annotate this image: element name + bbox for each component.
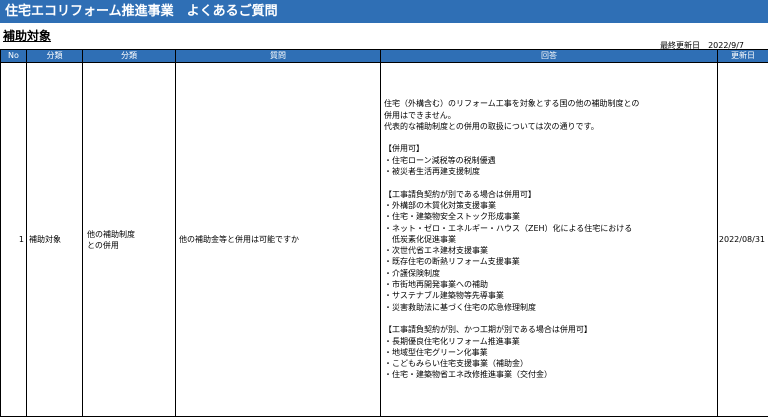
header-updated: 更新日 [717, 49, 768, 63]
answer-line: ・災害救助法に基づく住宅の応急修理制度 [384, 302, 536, 312]
cell-no: 1 [0, 62, 27, 417]
header-no: No [0, 49, 27, 63]
answer-line: ・こどもみらい住宅支援事業（補助金） [384, 359, 528, 369]
answer-line: 低炭素化促進事業 [384, 234, 456, 244]
category2-line: との併用 [87, 240, 119, 250]
header-question: 質問 [175, 49, 381, 63]
answer-line: ・被災者生活再建支援制度 [384, 167, 480, 177]
section-title: 補助対象 [3, 29, 52, 43]
answer-line: ・ネット・ゼロ・エネルギー・ハウス（ZEH）化による住宅における [384, 223, 633, 233]
answer-line: ・既存住宅の断熱リフォーム支援事業 [384, 257, 520, 267]
answer-line: ・長期優良住宅化リフォーム推進事業 [384, 336, 520, 346]
answer-line: 【工事請負契約が別、かつ工期が別である場合は併用可】 [384, 325, 592, 335]
answer-line: ・住宅ローン減税等の税制優遇 [384, 155, 496, 165]
cell-category2: 他の補助制度 との併用 [82, 62, 176, 417]
table-row: 1 補助対象 他の補助制度 との併用 他の補助金等と併用は可能ですか 住宅（外構… [0, 62, 768, 417]
header-category1: 分類 [26, 49, 83, 63]
answer-line [384, 132, 714, 143]
cell-category1: 補助対象 [26, 62, 83, 417]
answer-line: ・外構部の木質化対策支援事業 [384, 200, 496, 210]
faq-table: No 分類 分類 質問 回答 更新日 1 補助対象 他の補助制度 との併用 他の… [0, 49, 768, 417]
answer-line: 【工事請負契約が別である場合は併用可】 [384, 189, 536, 199]
cell-updated: 2022/08/31 [717, 62, 768, 417]
answer-line: ・住宅・建築物安全ストック形成事業 [384, 212, 520, 222]
answer-line: ・住宅・建築物省エネ改修推進事業（交付金） [384, 370, 552, 380]
answer-line: 【併用可】 [384, 144, 424, 154]
header-row: No 分類 分類 質問 回答 更新日 [0, 49, 768, 63]
answer-line: 住宅（外構含む）のリフォーム工事を対象とする国の他の補助制度との [384, 99, 640, 109]
header-answer: 回答 [380, 49, 718, 63]
answer-line: ・地域型住宅グリーン化事業 [384, 347, 488, 357]
answer-line: 代表的な補助制度との併用の取扱については次の通りです。 [384, 121, 599, 131]
answer-line [384, 313, 714, 324]
header-category2: 分類 [82, 49, 176, 63]
answer-line: 併用はできません。 [384, 110, 456, 120]
category2-line: 他の補助制度 [87, 229, 135, 239]
answer-line: ・市街地再開発事業への補助 [384, 280, 488, 290]
answer-line: ・介護保険制度 [384, 268, 440, 278]
cell-question: 他の補助金等と併用は可能ですか [175, 62, 381, 417]
answer-line: ・サステナブル建築物等先導事業 [384, 291, 504, 301]
answer-line [384, 177, 714, 188]
page-banner: 住宅エコリフォーム推進事業 よくあるご質問 [0, 0, 768, 23]
answer-line: ・次世代省エネ建材支援事業 [384, 246, 488, 256]
cell-answer: 住宅（外構含む）のリフォーム工事を対象とする国の他の補助制度との 併用はできません… [380, 62, 718, 417]
